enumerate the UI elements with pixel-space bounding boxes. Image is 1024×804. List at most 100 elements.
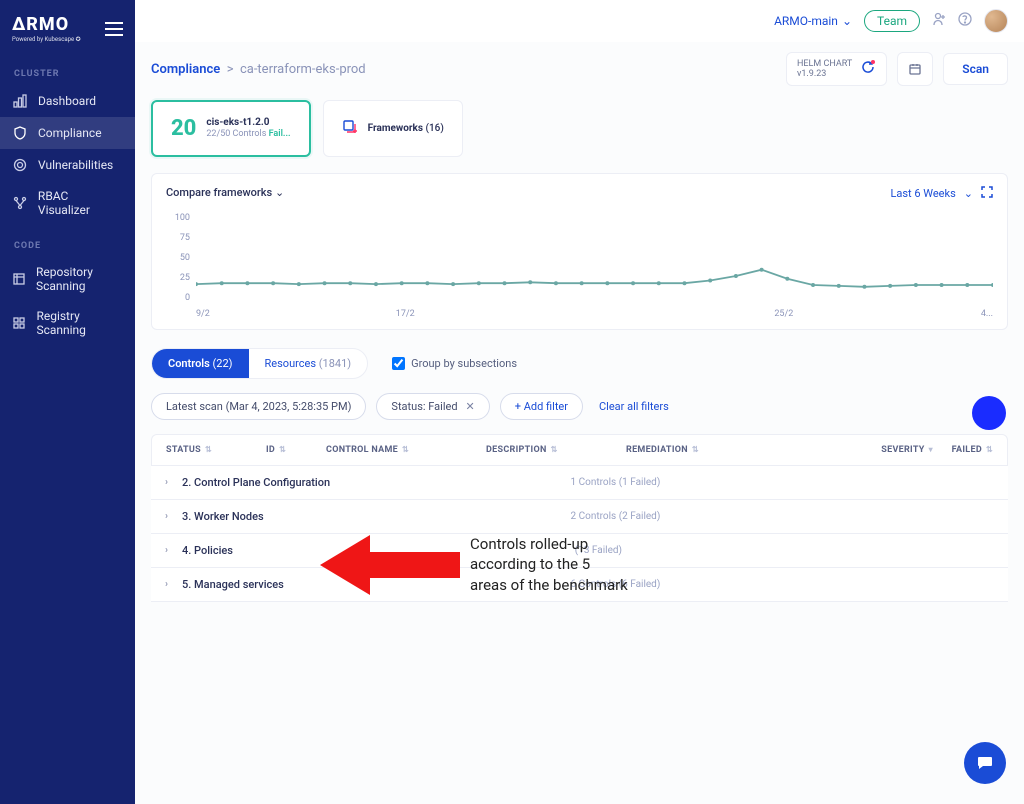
filter-status[interactable]: Status: Failed ✕ bbox=[376, 393, 489, 420]
sort-icon: ⇅ bbox=[279, 445, 286, 454]
helm-version: v1.9.23 bbox=[797, 69, 852, 79]
nav-dashboard[interactable]: Dashboard bbox=[0, 85, 135, 117]
nav-label: Vulnerabilities bbox=[38, 158, 113, 172]
target-icon bbox=[12, 157, 28, 173]
calendar-button[interactable] bbox=[897, 52, 933, 86]
team-button[interactable]: Team bbox=[864, 10, 920, 32]
sort-icon: ⇅ bbox=[551, 445, 558, 454]
floating-action-button[interactable] bbox=[972, 396, 1006, 430]
menu-toggle-icon[interactable] bbox=[105, 22, 123, 36]
org-switch[interactable]: ARMO-main ⌄ bbox=[774, 14, 852, 28]
col-status[interactable]: STATUS⇅ bbox=[166, 445, 266, 455]
chevron-down-icon: ⌄ bbox=[842, 14, 852, 28]
help-icon[interactable] bbox=[958, 12, 972, 30]
main: Compliance > ca-terraform-eks-prod HELM … bbox=[135, 42, 1024, 804]
close-icon[interactable]: ✕ bbox=[466, 400, 475, 413]
table-header: STATUS⇅ ID⇅ CONTROL NAME⇅ DESCRIPTION⇅ R… bbox=[151, 434, 1008, 466]
compare-dropdown[interactable]: Compare frameworks ⌄ bbox=[166, 186, 284, 201]
helm-title: HELM CHART bbox=[797, 59, 852, 69]
header-actions: HELM CHART v1.9.23 Scan bbox=[786, 52, 1008, 86]
score-sub: 22/50 Controls Fail... bbox=[206, 129, 290, 141]
score-lines: cis-eks-t1.2.0 22/50 Controls Fail... bbox=[206, 116, 290, 141]
nav-repo-scan[interactable]: Repository Scanning bbox=[0, 257, 135, 301]
group-title: 5. Managed services bbox=[182, 578, 284, 591]
helm-text: HELM CHART v1.9.23 bbox=[797, 59, 852, 79]
logo-text: ΔRMO bbox=[12, 14, 81, 35]
sidebar: ΔRMO Powered by Kubescape ✪ CLUSTER Dash… bbox=[0, 0, 135, 804]
group-summary: 1 Controls (1 Failed) bbox=[571, 477, 661, 488]
score-card[interactable]: 20 cis-eks-t1.2.0 22/50 Controls Fail... bbox=[151, 100, 311, 157]
sort-icon: ⇅ bbox=[986, 445, 993, 454]
group-title: 3. Worker Nodes bbox=[182, 510, 264, 523]
group-row[interactable]: › 2. Control Plane Configuration 1 Contr… bbox=[151, 466, 1008, 500]
filter-scan[interactable]: Latest scan (Mar 4, 2023, 5:28:35 PM) bbox=[151, 393, 366, 420]
chart-panel: Compare frameworks ⌄ Last 6 Weeks ⌄ 100 … bbox=[151, 173, 1008, 330]
chevron-right-icon: › bbox=[165, 477, 168, 488]
group-summary: (13 Failed) bbox=[575, 545, 622, 556]
breadcrumb-row: Compliance > ca-terraform-eks-prod HELM … bbox=[151, 52, 1008, 86]
nav-label: Registry Scanning bbox=[36, 309, 123, 337]
sort-icon: ⇅ bbox=[205, 445, 212, 454]
repo-icon bbox=[12, 271, 26, 287]
user-add-icon[interactable] bbox=[932, 12, 946, 30]
x-axis: 9/2 17/2 25/2 4... bbox=[196, 303, 993, 325]
col-rem[interactable]: REMEDIATION⇅ bbox=[626, 445, 806, 455]
helm-box[interactable]: HELM CHART v1.9.23 bbox=[786, 52, 887, 86]
chevron-down-icon: ⌄ bbox=[275, 186, 284, 199]
nav-section-code: CODE bbox=[0, 225, 135, 257]
nav-vulnerabilities[interactable]: Vulnerabilities bbox=[0, 149, 135, 181]
group-summary: 6 Controls (6 Failed) bbox=[571, 579, 661, 590]
group-row[interactable]: › 3. Worker Nodes 2 Controls (2 Failed) bbox=[151, 500, 1008, 534]
nav-registry-scan[interactable]: Registry Scanning bbox=[0, 301, 135, 345]
nav-label: Compliance bbox=[38, 126, 102, 140]
chat-widget[interactable] bbox=[964, 742, 1006, 784]
nav-label: Dashboard bbox=[38, 94, 96, 108]
chevron-right-icon: › bbox=[165, 579, 168, 590]
chart-top: Compare frameworks ⌄ Last 6 Weeks ⌄ bbox=[166, 186, 993, 201]
group-checkbox[interactable]: Group by subsections bbox=[392, 357, 517, 370]
registry-icon bbox=[12, 315, 26, 331]
frameworks-icon bbox=[342, 119, 358, 138]
chart-body: 100 75 50 25 0 bbox=[166, 213, 993, 303]
org-name: ARMO-main bbox=[774, 14, 838, 28]
nav-section-cluster: CLUSTER bbox=[0, 53, 135, 85]
tab-resources[interactable]: Resources (1841) bbox=[249, 349, 368, 378]
col-name[interactable]: CONTROL NAME⇅ bbox=[326, 445, 486, 455]
scan-button[interactable]: Scan bbox=[943, 53, 1008, 85]
group-row[interactable]: › 4. Policies (13 Failed) bbox=[151, 534, 1008, 568]
breadcrumb-sep: > bbox=[223, 62, 239, 77]
col-id[interactable]: ID⇅ bbox=[266, 445, 326, 455]
chevron-down-icon: ⌄ bbox=[964, 187, 973, 200]
expand-icon[interactable] bbox=[981, 186, 993, 201]
col-desc[interactable]: DESCRIPTION⇅ bbox=[486, 445, 626, 455]
range-dropdown[interactable]: Last 6 Weeks ⌄ bbox=[890, 186, 993, 201]
sort-icon: ⇅ bbox=[402, 445, 409, 454]
calendar-icon bbox=[908, 62, 922, 76]
avatar[interactable] bbox=[984, 9, 1008, 33]
frameworks-card[interactable]: Frameworks (16) bbox=[323, 100, 463, 157]
logo: ΔRMO Powered by Kubescape ✪ bbox=[12, 14, 81, 43]
group-title: 2. Control Plane Configuration bbox=[182, 476, 330, 489]
topbar: ARMO-main ⌄ Team bbox=[135, 0, 1024, 42]
nav-compliance[interactable]: Compliance bbox=[0, 117, 135, 149]
tab-controls[interactable]: Controls (22) bbox=[152, 349, 249, 378]
col-sev[interactable]: SEVERITY▾ bbox=[853, 445, 933, 455]
group-checkbox-input[interactable] bbox=[392, 357, 405, 370]
chat-icon bbox=[976, 754, 994, 772]
add-filter[interactable]: + Add filter bbox=[500, 393, 583, 420]
breadcrumb: Compliance > ca-terraform-eks-prod bbox=[151, 62, 366, 77]
breadcrumb-leaf: ca-terraform-eks-prod bbox=[240, 62, 366, 77]
nav-rbac[interactable]: RBAC Visualizer bbox=[0, 181, 135, 225]
chart-plot[interactable] bbox=[196, 213, 993, 303]
group-summary: 2 Controls (2 Failed) bbox=[571, 511, 661, 522]
tabs-row: Controls (22) Resources (1841) Group by … bbox=[151, 348, 1008, 379]
tab-group: Controls (22) Resources (1841) bbox=[151, 348, 368, 379]
logo-tagline: Powered by Kubescape ✪ bbox=[12, 36, 81, 43]
frameworks-label: Frameworks (16) bbox=[368, 123, 444, 134]
group-row[interactable]: › 5. Managed services 6 Controls (6 Fail… bbox=[151, 568, 1008, 602]
nav-label: RBAC Visualizer bbox=[38, 189, 123, 217]
col-fail[interactable]: FAILED⇅ bbox=[933, 445, 993, 455]
breadcrumb-root[interactable]: Compliance bbox=[151, 62, 220, 77]
group-title: 4. Policies bbox=[182, 544, 233, 557]
clear-filters[interactable]: Clear all filters bbox=[599, 400, 669, 413]
